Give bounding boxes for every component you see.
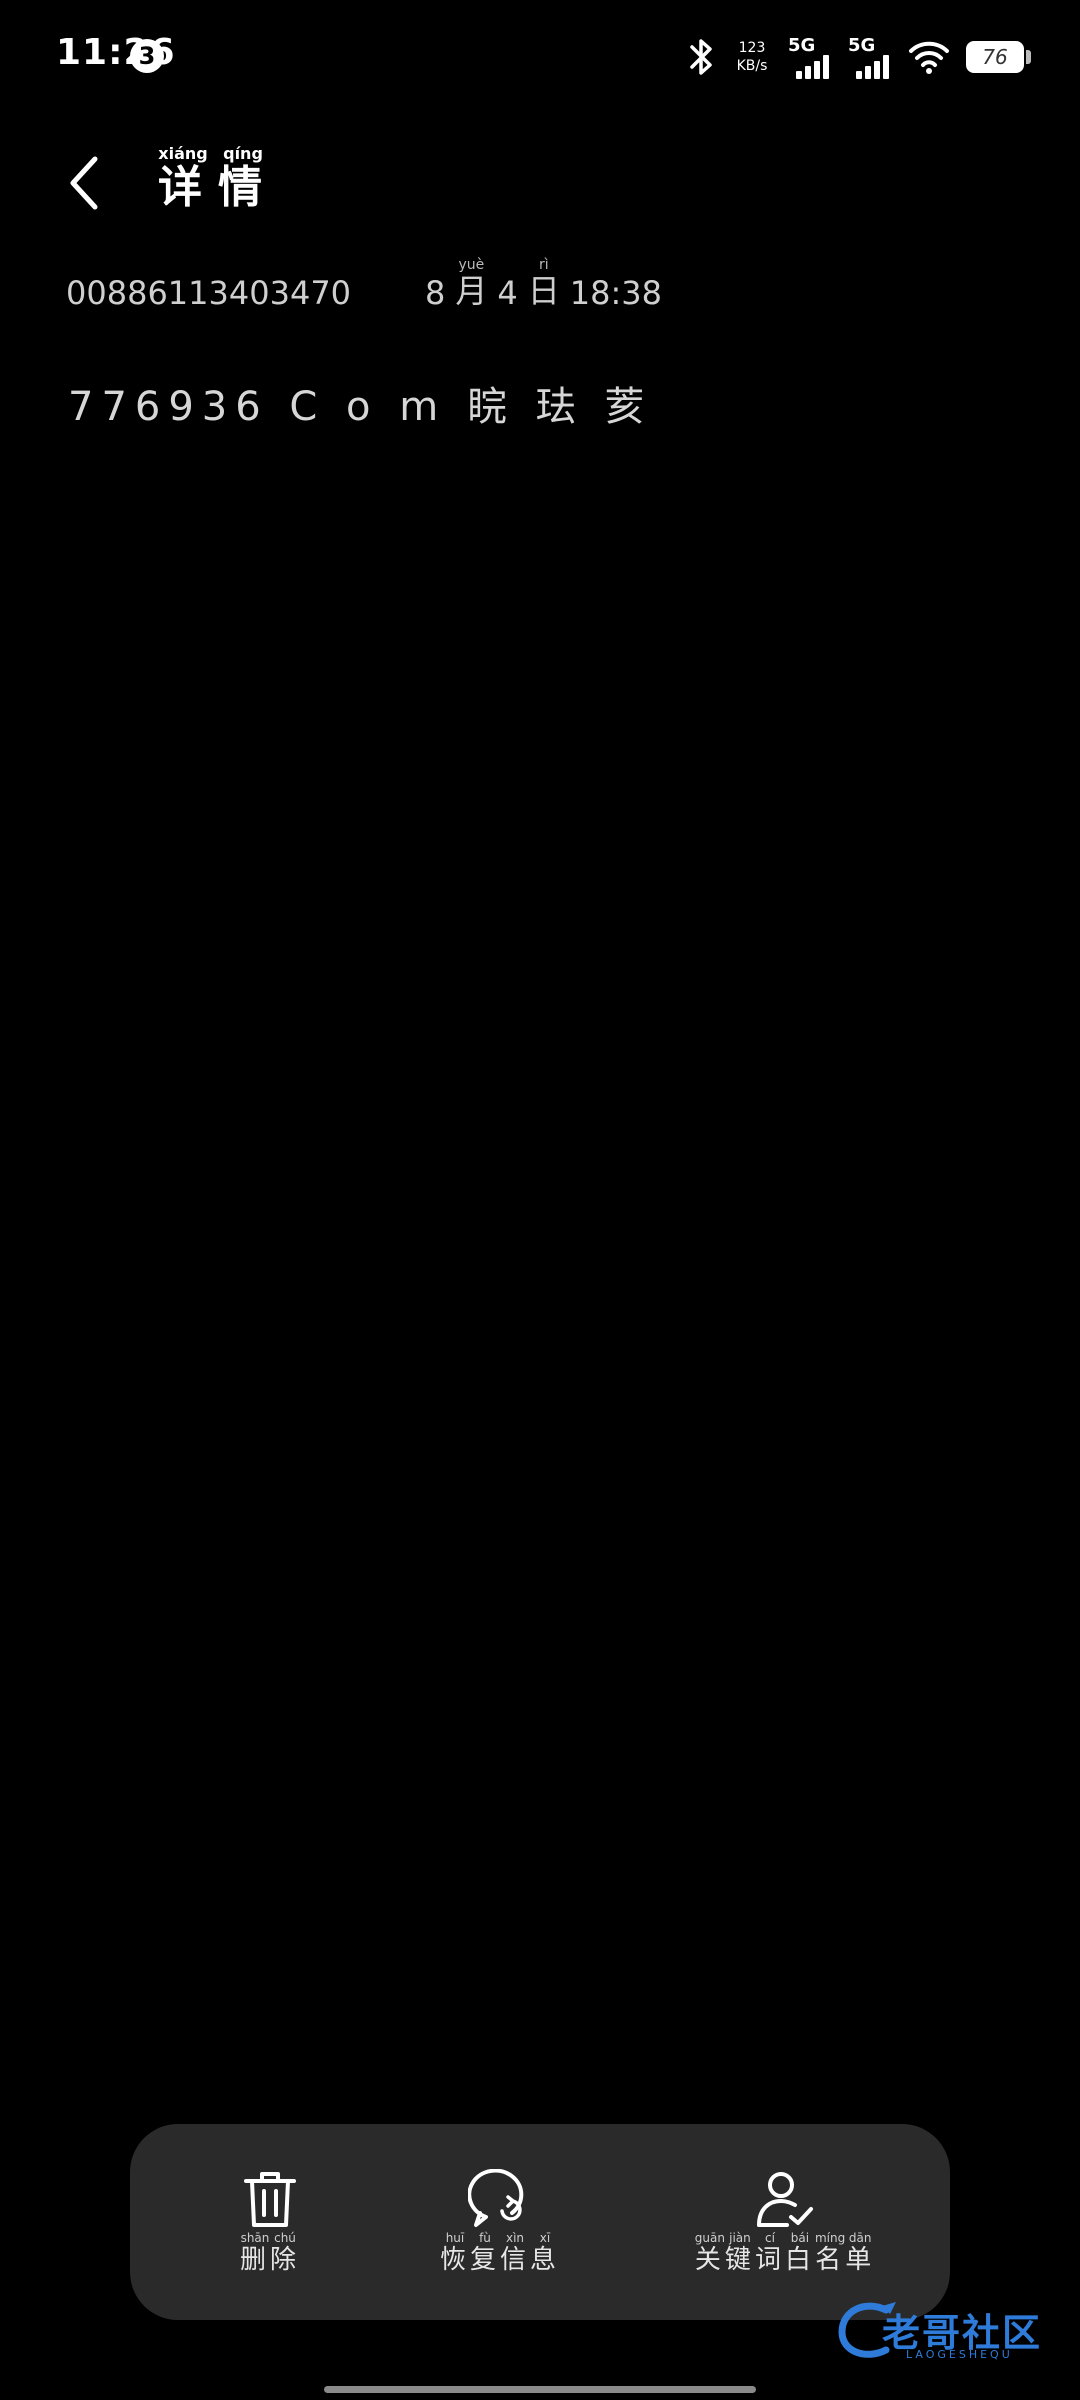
date-day-char: 日rì [527, 257, 560, 310]
network-speed: 123 KB/s [732, 39, 772, 75]
signal-icon [796, 55, 829, 79]
bluetooth-icon [690, 39, 712, 75]
message-body: 776936 C o m 睆 珐 荄 [68, 384, 653, 430]
page-title: 详xiáng 情qíng [158, 144, 268, 215]
status-bar: 11:26 3 123 KB/s 5G 5G 76 [0, 0, 1080, 110]
home-indicator[interactable] [324, 2386, 756, 2393]
sim2-generation: 5G [848, 35, 876, 56]
sim2-signal: 5G [848, 35, 892, 79]
date-month-char: 月yuè [455, 257, 488, 310]
user-check-icon [757, 2172, 813, 2227]
signal-icon [856, 55, 889, 79]
restore-message-button[interactable]: 恢huī复fù信xìn息xī [410, 2124, 590, 2320]
title-char: 详xiáng [158, 144, 208, 213]
header: 详xiáng 情qíng [0, 130, 1080, 240]
back-button[interactable] [50, 148, 120, 218]
notification-count-badge: 3 [130, 39, 164, 73]
message-date: 8 月yuè 4 日rì 18:38 [425, 257, 662, 312]
network-speed-value: 123 [738, 40, 766, 56]
delete-label: 删shān除chú [239, 2231, 301, 2275]
keyword-whitelist-label: 关guān键jiàn词cí白bái名míng单dān [694, 2231, 876, 2275]
wifi-icon [909, 41, 949, 74]
watermark-subtext: LAOGESHEQU [906, 2348, 1013, 2361]
message-meta: 00886113403470 8 月yuè 4 日rì 18:38 [66, 257, 662, 312]
battery-icon: 76 [966, 41, 1031, 73]
chevron-left-icon [70, 156, 98, 210]
date-time: 18:38 [569, 274, 662, 312]
sender-number: 00886113403470 [66, 274, 352, 312]
status-icons: 123 KB/s 5G 5G 76 [686, 30, 1031, 84]
title-char: 情qíng [218, 144, 268, 213]
delete-button[interactable]: 删shān除chú [210, 2124, 330, 2320]
message-restore-icon [468, 2169, 524, 2227]
battery-nub [1026, 50, 1031, 64]
keyword-whitelist-button[interactable]: 关guān键jiàn词cí白bái名míng单dān [660, 2124, 910, 2320]
trash-icon [244, 2172, 296, 2227]
sim1-signal: 5G [788, 35, 832, 79]
sim1-generation: 5G [788, 35, 816, 56]
action-bar: 删shān除chú 恢huī复fù信xìn息xī 关guān键jiàn词cí白b… [130, 2124, 950, 2320]
date-month: 8 [425, 274, 446, 312]
restore-message-label: 恢huī复fù信xìn息xī [439, 2231, 561, 2275]
date-day: 4 [497, 274, 518, 312]
network-speed-unit: KB/s [736, 58, 768, 74]
watermark-logo: 老哥社区 LAOGESHEQU [836, 2296, 1066, 2366]
battery-level: 76 [982, 45, 1008, 69]
